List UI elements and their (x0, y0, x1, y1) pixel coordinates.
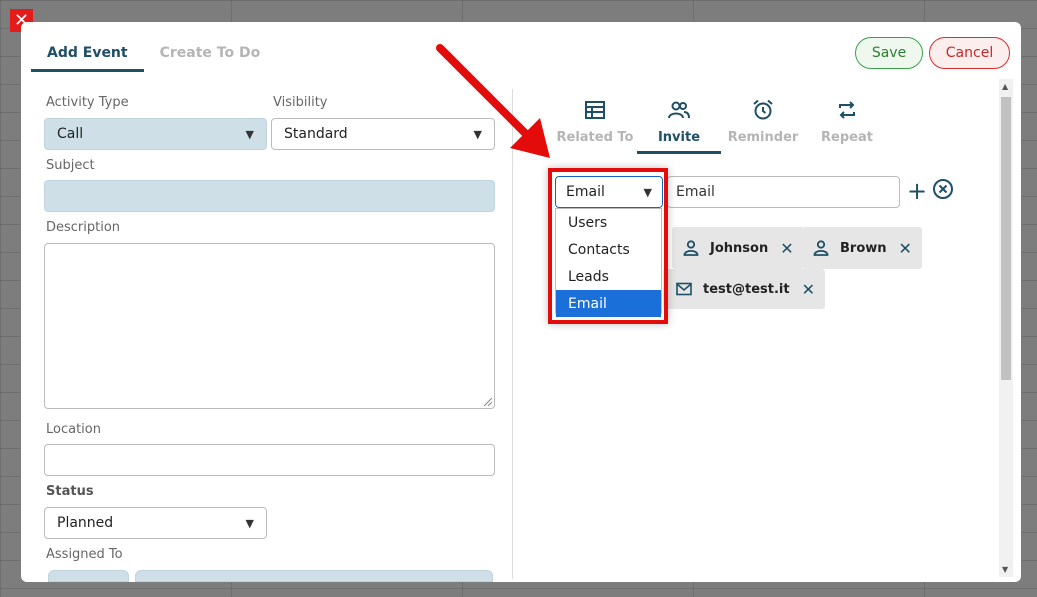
visibility-value: Standard (284, 126, 348, 142)
save-button[interactable]: Save (855, 37, 923, 69)
scrollbar[interactable]: ▲ ▼ (999, 79, 1013, 577)
scroll-thumb[interactable] (1001, 97, 1011, 380)
assigned-to-input[interactable] (135, 570, 493, 582)
people-icon (668, 98, 690, 122)
invitee-chip: Johnson ✕ (672, 227, 804, 269)
visibility-label: Visibility (273, 95, 328, 110)
description-textarea[interactable] (44, 243, 495, 409)
tab-related-to[interactable]: Related To (553, 94, 637, 154)
alarm-icon (752, 98, 774, 122)
person-icon (812, 239, 830, 257)
invitee-chip: Brown ✕ (802, 227, 922, 269)
status-value: Planned (57, 515, 114, 531)
scroll-down-icon[interactable]: ▼ (1002, 565, 1008, 574)
person-icon (682, 239, 700, 257)
table-icon (585, 98, 605, 122)
remove-icon[interactable]: ✕ (899, 239, 912, 258)
tab-invite[interactable]: Invite (637, 94, 721, 154)
tab-related-to-label: Related To (556, 130, 634, 145)
assigned-to-type-select[interactable] (48, 570, 129, 582)
cancel-button[interactable]: Cancel (929, 37, 1010, 69)
tab-reminder-label: Reminder (727, 130, 799, 145)
chevron-down-icon: ▼ (245, 127, 254, 141)
dialog-tabs: Add Event Create To Do (31, 36, 276, 72)
chevron-down-icon: ▼ (245, 516, 254, 530)
tab-repeat[interactable]: Repeat (805, 94, 889, 154)
repeat-icon (837, 98, 857, 122)
invitee-chip: test@test.it ✕ (663, 269, 825, 309)
remove-icon[interactable]: ✕ (802, 280, 815, 299)
invite-email-input[interactable]: Email (667, 176, 900, 208)
invitee-chip-label: Brown (840, 240, 887, 256)
description-label: Description (46, 220, 121, 235)
invite-section-tabs: Related To Invite Reminder Repeat (553, 94, 889, 154)
status-label: Status (46, 484, 94, 499)
tab-reminder[interactable]: Reminder (721, 94, 805, 154)
location-input[interactable] (44, 444, 495, 476)
tab-repeat-label: Repeat (821, 130, 873, 145)
invitee-chip-label: test@test.it (703, 281, 790, 297)
mail-icon (675, 280, 693, 298)
activity-type-value: Call (57, 126, 84, 142)
status-select[interactable]: Planned ▼ (44, 507, 267, 539)
annotation-arrow-icon (436, 44, 550, 158)
location-label: Location (46, 422, 101, 437)
add-icon[interactable]: + (906, 177, 928, 205)
activity-type-label: Activity Type (46, 95, 129, 110)
resize-handle-icon[interactable] (484, 398, 492, 406)
remove-icon[interactable]: ✕ (780, 239, 793, 258)
annotation-highlight-box (548, 168, 668, 324)
tab-create-to-do[interactable]: Create To Do (144, 36, 277, 72)
tab-invite-label: Invite (657, 130, 701, 145)
activity-type-select[interactable]: Call ▼ (44, 118, 267, 150)
subject-label: Subject (46, 158, 95, 173)
invitee-chip-label: Johnson (710, 240, 769, 256)
tab-add-event[interactable]: Add Event (31, 36, 144, 72)
subject-input[interactable] (44, 180, 495, 212)
assigned-to-label: Assigned To (46, 547, 123, 562)
scroll-up-icon[interactable]: ▲ (1002, 82, 1008, 91)
clear-circle-icon[interactable] (932, 178, 956, 202)
